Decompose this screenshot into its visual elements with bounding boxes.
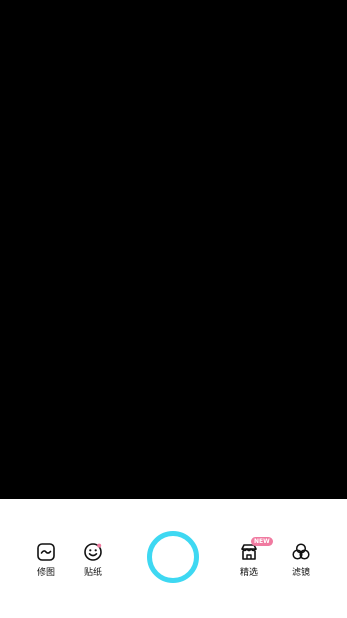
retouch-label: 修图 [36, 568, 55, 578]
new-badge: NEW [251, 537, 273, 546]
shutter-button[interactable] [147, 531, 199, 583]
retouch-icon [35, 541, 57, 563]
stickers-button[interactable]: 贴纸 [71, 541, 115, 579]
stickers-label: 贴纸 [83, 568, 102, 578]
filters-label: 滤镜 [291, 568, 310, 578]
smiley-sticker-icon [82, 541, 104, 563]
filters-button[interactable]: 滤镜 [279, 541, 323, 579]
retouch-button[interactable]: 修图 [24, 541, 68, 579]
featured-label: 精选 [239, 568, 258, 578]
camera-viewfinder[interactable] [0, 0, 347, 499]
filters-icon [290, 541, 312, 563]
featured-icon: NEW [238, 537, 273, 563]
camera-toolbar: 修图 贴纸 NEW 精选 滤镜 [0, 499, 347, 618]
featured-button[interactable]: NEW 精选 [227, 537, 273, 579]
